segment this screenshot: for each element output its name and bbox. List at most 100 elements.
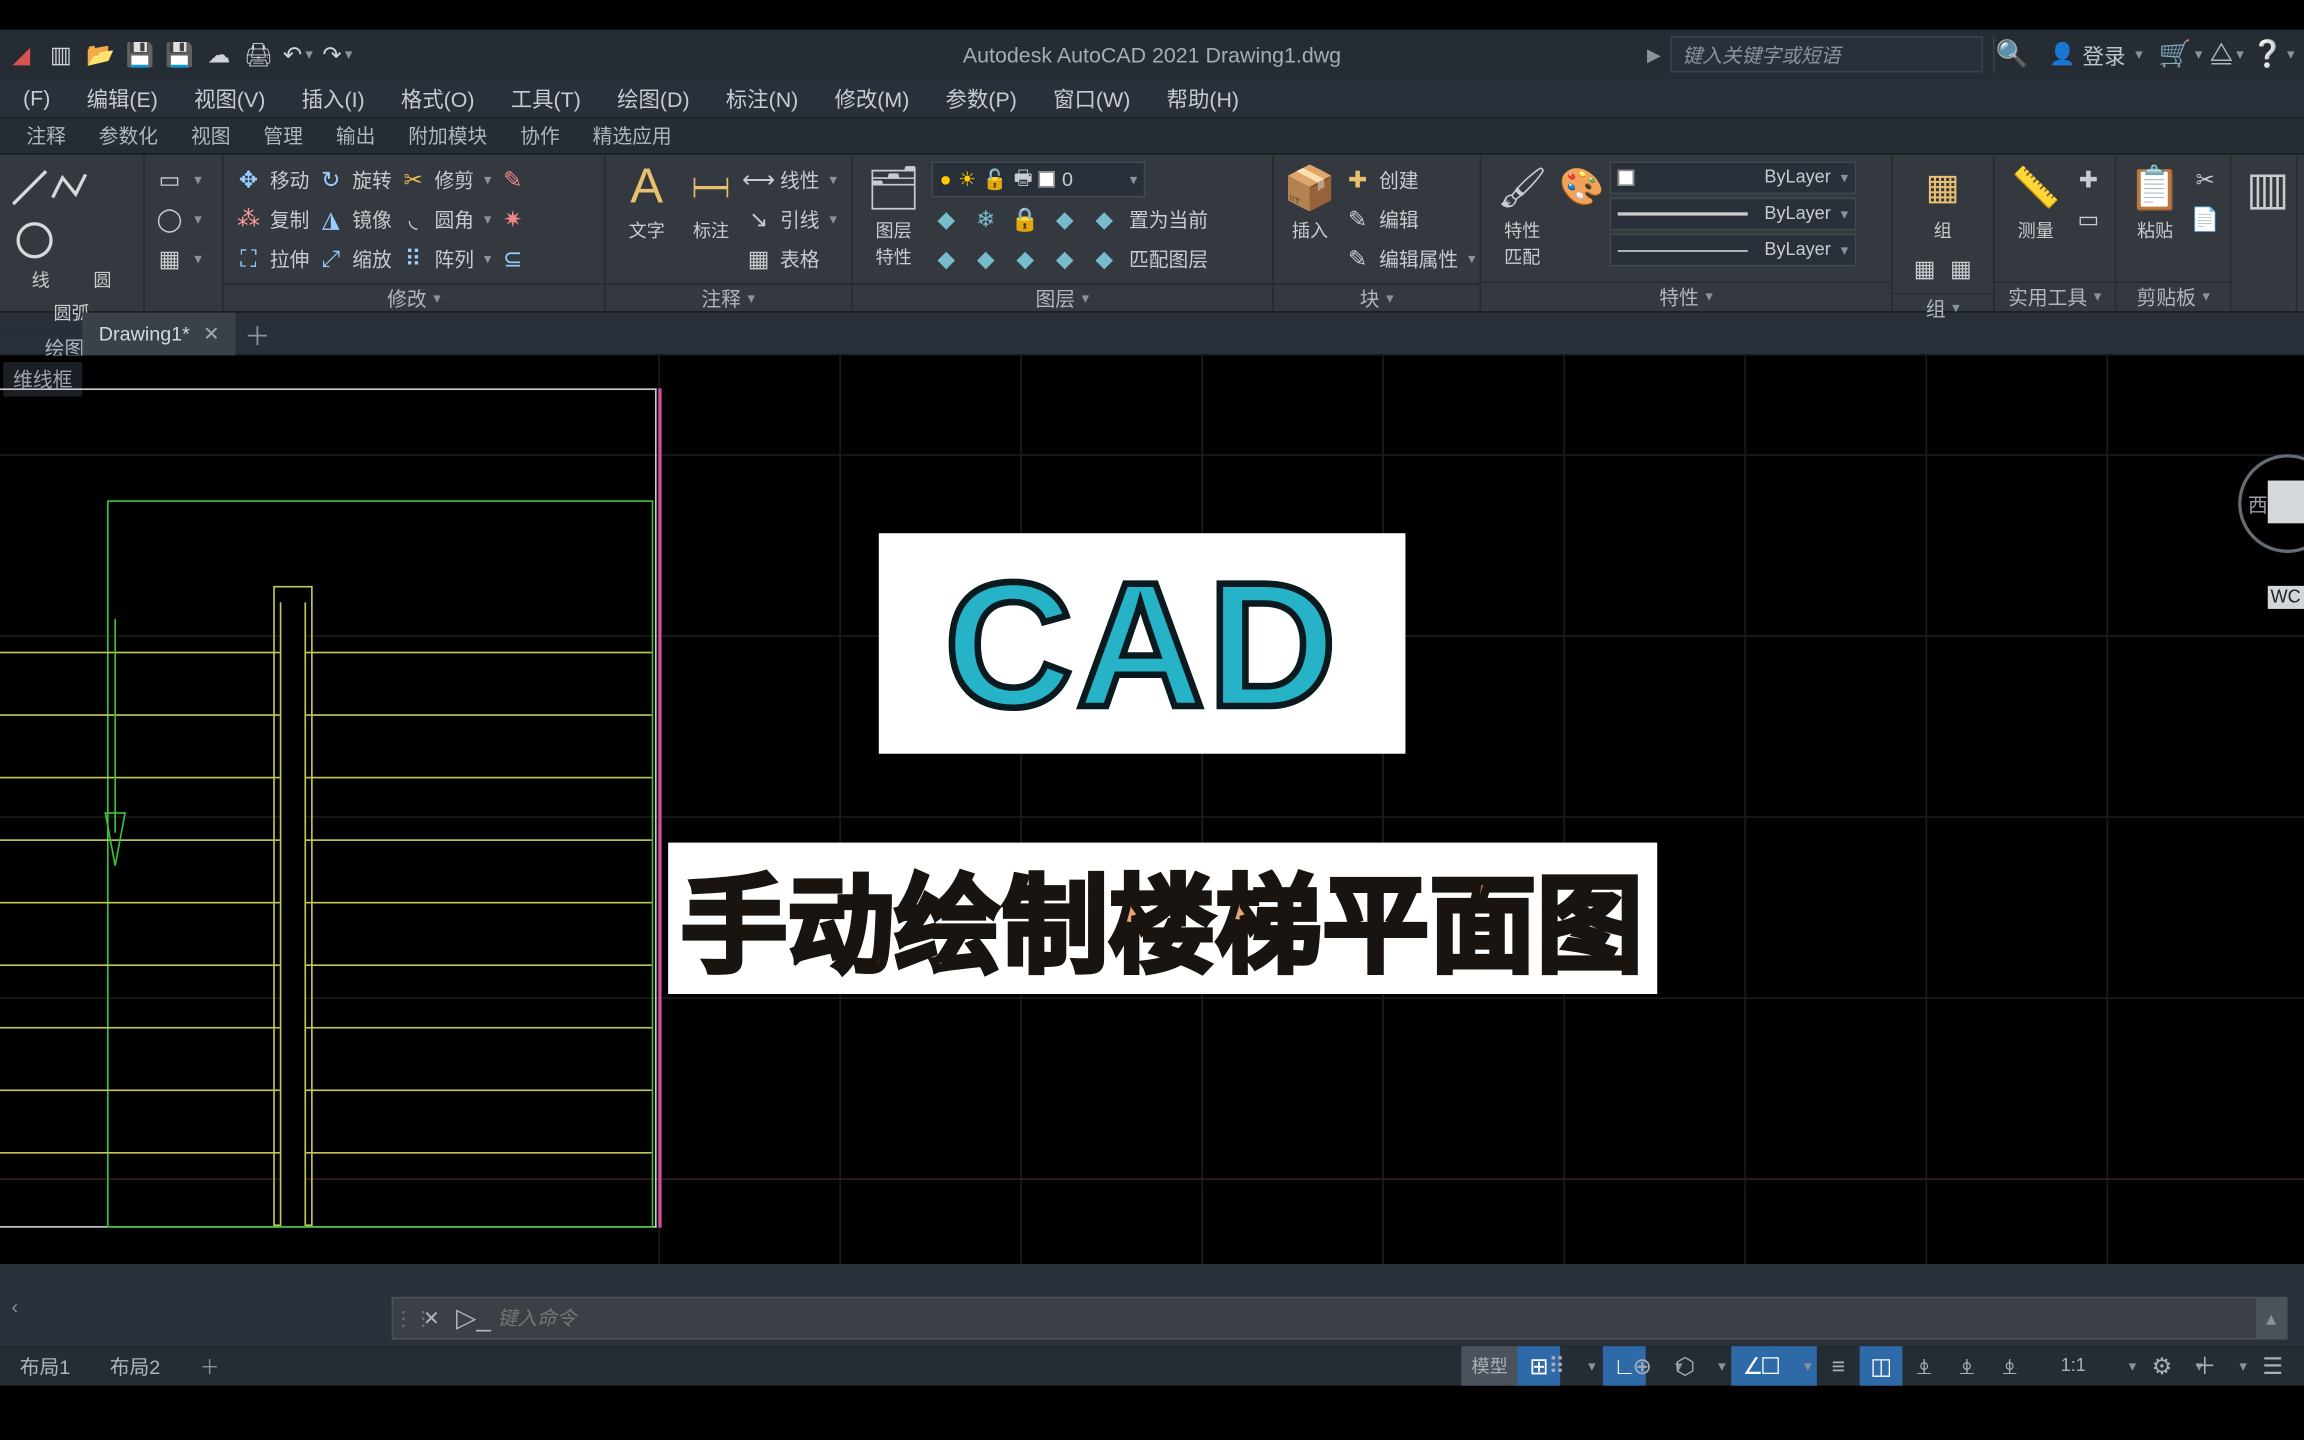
layerprops-button[interactable]: 🗂 图层 特性: [862, 161, 925, 270]
menu-param[interactable]: 参数(P): [929, 82, 1033, 113]
lw-icon[interactable]: ≡: [1817, 1346, 1860, 1385]
layout-tab-1[interactable]: 布局1: [0, 1352, 90, 1380]
panel-modify-label[interactable]: 修改: [224, 283, 604, 313]
command-input[interactable]: [497, 1307, 2256, 1330]
linetype-combo[interactable]: ByLayer▾: [1609, 234, 1856, 267]
model-button[interactable]: 模型: [1462, 1346, 1518, 1385]
otrack-icon[interactable]: ☐▾: [1774, 1346, 1817, 1385]
layer-m5[interactable]: ◆: [1089, 244, 1119, 274]
dim-button[interactable]: 标注: [685, 161, 738, 243]
layout-tab-2[interactable]: 布局2: [90, 1352, 180, 1380]
undo-icon[interactable]: ↶▾: [280, 36, 316, 72]
layer-m1[interactable]: ◆: [931, 244, 961, 274]
plus-icon[interactable]: ＋▾: [2209, 1346, 2252, 1385]
plot-icon[interactable]: 🖨: [240, 36, 276, 72]
close-icon[interactable]: ✕: [203, 322, 220, 345]
panel-util-label[interactable]: 实用工具: [1995, 281, 2115, 311]
cart-icon[interactable]: 🛒▾: [2162, 36, 2198, 72]
cloud-icon[interactable]: ☁: [201, 36, 237, 72]
new-icon[interactable]: ▥: [43, 36, 79, 72]
menu-insert[interactable]: 插入(I): [285, 82, 381, 113]
layer-combo[interactable]: ●☀🔓🖶 0 ▾: [931, 161, 1145, 197]
cmd-close-icon[interactable]: ✕: [413, 1307, 449, 1330]
menu-edit[interactable]: 编辑(E): [70, 82, 174, 113]
search-input[interactable]: 键入关键字或短语: [1671, 36, 1984, 72]
circle-button[interactable]: [10, 214, 59, 267]
menu-modify[interactable]: 修改(M): [818, 82, 926, 113]
lineweight-combo[interactable]: ByLayer▾: [1609, 197, 1856, 230]
search-icon[interactable]: 🔍: [1993, 36, 2029, 72]
layer-m4[interactable]: ◆: [1050, 244, 1080, 274]
ribtab-param[interactable]: 参数化: [82, 118, 174, 153]
layer-i5[interactable]: ◆: [1089, 204, 1119, 234]
edit-attr-button[interactable]: ✎编辑属性▾: [1343, 240, 1476, 276]
move-button[interactable]: ✥移动: [234, 161, 310, 197]
panel-props-label[interactable]: 特性: [1481, 281, 1891, 311]
menu-help[interactable]: 帮助(H): [1150, 82, 1255, 113]
filetab-add-button[interactable]: ＋: [236, 314, 279, 353]
polyline-button[interactable]: [49, 161, 88, 214]
layer-m3[interactable]: ◆: [1010, 244, 1040, 274]
ribtab-addins[interactable]: 附加模块: [392, 118, 504, 153]
menu-dim[interactable]: 标注(N): [709, 82, 814, 113]
insert-button[interactable]: 📦 插入: [1284, 161, 1337, 243]
explode-button[interactable]: ✷: [498, 201, 528, 237]
menu-tools[interactable]: 工具(T): [494, 82, 597, 113]
open-icon[interactable]: 📂: [82, 36, 118, 72]
ribtab-annotate[interactable]: 注释: [10, 118, 82, 153]
color-button[interactable]: 🎨: [1560, 161, 1603, 214]
layer-m2[interactable]: ◆: [971, 244, 1001, 274]
save-icon[interactable]: 💾: [122, 36, 158, 72]
cmd-recent-icon[interactable]: ▴: [2256, 1298, 2286, 1337]
color-combo[interactable]: ByLayer▾: [1609, 161, 1856, 194]
signin-button[interactable]: 👤 登录 ▾: [2039, 39, 2152, 70]
menu-view[interactable]: 视图(V): [178, 82, 282, 113]
layer-i4[interactable]: ◆: [1050, 204, 1080, 234]
annoauto-icon[interactable]: ⍎: [1988, 1346, 2031, 1385]
measure-button[interactable]: 📏 测量: [2004, 161, 2067, 243]
layer-i1[interactable]: ◆: [931, 204, 961, 234]
scale-button[interactable]: 1:1▾: [2031, 1346, 2166, 1385]
iso-icon[interactable]: ⬡▾: [1689, 1346, 1732, 1385]
trim-button[interactable]: ✂修剪▾: [398, 161, 491, 197]
panel-layers-label[interactable]: 图层: [852, 283, 1272, 313]
layer-i3[interactable]: 🔒: [1010, 204, 1040, 234]
erase-button[interactable]: ✎: [498, 161, 528, 197]
menu-format[interactable]: 格式(O): [384, 82, 491, 113]
panel-block-label[interactable]: 块: [1274, 283, 1480, 313]
layout-add-button[interactable]: ＋: [180, 1352, 239, 1380]
rotate-button[interactable]: ↻旋转: [316, 161, 392, 197]
table-button[interactable]: ▦表格: [744, 240, 837, 276]
group-button[interactable]: ▦ 组: [1911, 161, 1974, 243]
matchprops-button[interactable]: 🖌 特性 匹配: [1491, 161, 1554, 270]
share-icon[interactable]: ⧋▾: [2209, 36, 2245, 72]
viewport-canvas[interactable]: 维线框 西 WC CAD 手动绘制楼梯平面图: [0, 355, 2304, 1263]
filetab-drawing1[interactable]: Drawing1*✕: [82, 312, 236, 355]
cmd-history-toggle[interactable]: ‹: [0, 1267, 30, 1346]
saveas-icon[interactable]: 💾: [161, 36, 197, 72]
ribtab-output[interactable]: 输出: [319, 118, 391, 153]
fillet-button[interactable]: ◟圆角▾: [398, 201, 491, 237]
linear-dim-button[interactable]: ⟷线性▾: [744, 161, 837, 197]
hatch-button[interactable]: ▦▾: [155, 240, 202, 276]
menu-file[interactable]: (F): [7, 86, 67, 111]
array-button[interactable]: ⠿阵列▾: [398, 240, 491, 276]
menu-window[interactable]: 窗口(W): [1037, 82, 1147, 113]
ribtab-collab[interactable]: 协作: [504, 118, 576, 153]
ribtab-featured[interactable]: 精选应用: [576, 118, 688, 153]
annovis-icon[interactable]: ⍎: [1946, 1346, 1989, 1385]
panel-clip-label[interactable]: 剪贴板: [2116, 281, 2230, 311]
text-button[interactable]: A 文字: [615, 161, 678, 243]
mirror-button[interactable]: ◮镜像: [316, 201, 392, 237]
viewcube[interactable]: 西: [2218, 454, 2304, 569]
leader-button[interactable]: ↘引线▾: [744, 201, 837, 237]
rect-button[interactable]: ▭▾: [155, 161, 202, 197]
stretch-button[interactable]: ⛶拉伸: [234, 240, 310, 276]
appmenu-icon[interactable]: ◢: [3, 36, 39, 72]
ribtab-manage[interactable]: 管理: [247, 118, 319, 153]
annoscale-icon[interactable]: ⍎: [1903, 1346, 1946, 1385]
edit-block-button[interactable]: ✎编辑: [1343, 201, 1476, 237]
ribtab-view[interactable]: 视图: [174, 118, 246, 153]
base-button[interactable]: ▥: [2241, 161, 2294, 214]
offset-button[interactable]: ⊆: [498, 240, 528, 276]
